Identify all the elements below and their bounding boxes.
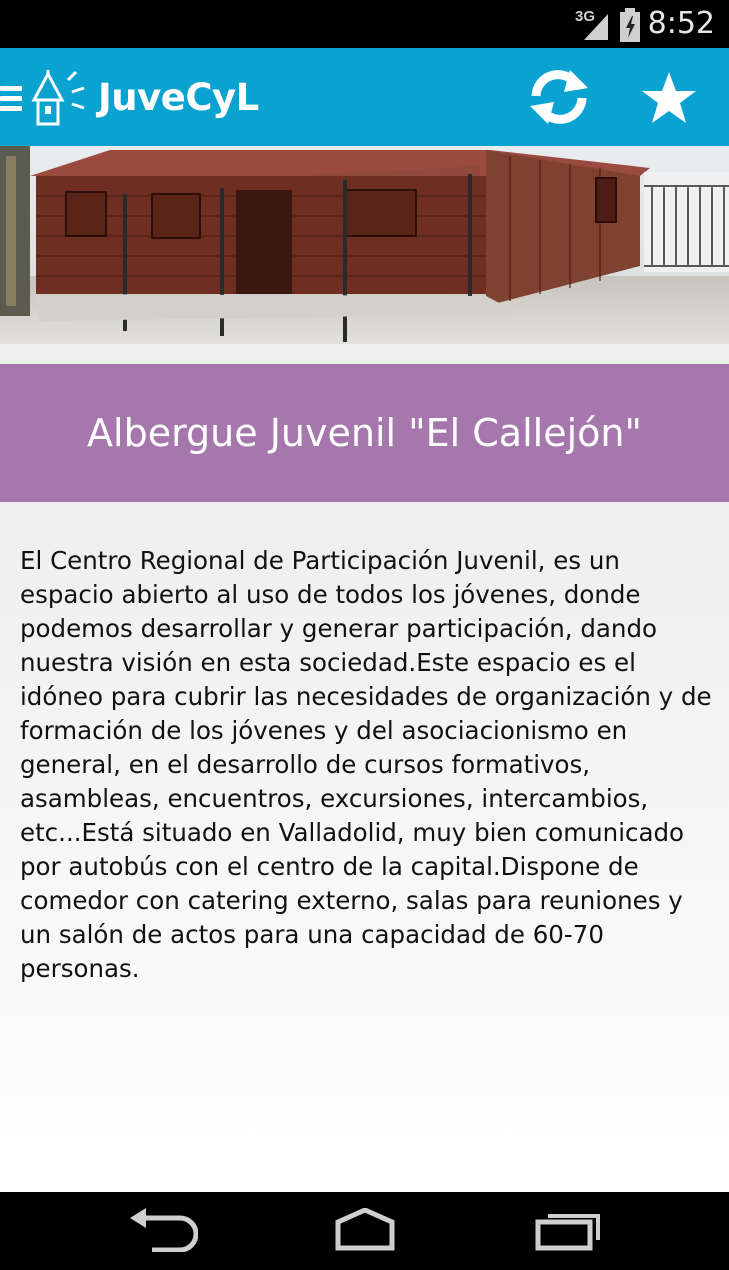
menu-icon[interactable] (0, 86, 22, 112)
app-title: JuveCyL (98, 76, 259, 119)
description-text: El Centro Regional de Participación Juve… (20, 546, 712, 983)
content-area: El Centro Regional de Participación Juve… (0, 502, 729, 1192)
back-icon[interactable] (126, 1208, 198, 1252)
image-spacer (0, 344, 729, 364)
app-logo-icon (31, 70, 85, 126)
hero-image (0, 146, 729, 344)
page-title: Albergue Juvenil "El Callejón" (87, 411, 642, 455)
favorite-star-icon[interactable] (640, 70, 698, 126)
app-bar: JuveCyL (0, 48, 729, 146)
recent-apps-icon[interactable] (532, 1208, 606, 1252)
sync-icon[interactable] (524, 66, 594, 128)
system-nav-bar (0, 1192, 729, 1270)
home-icon[interactable] (326, 1208, 404, 1252)
status-bar: 3G 8:52 (0, 0, 729, 48)
battery-icon (620, 8, 640, 42)
clock: 8:52 (647, 6, 715, 41)
hostel-photo (0, 146, 729, 344)
signal-icon (584, 14, 608, 40)
title-banner: Albergue Juvenil "El Callejón" (0, 364, 729, 502)
